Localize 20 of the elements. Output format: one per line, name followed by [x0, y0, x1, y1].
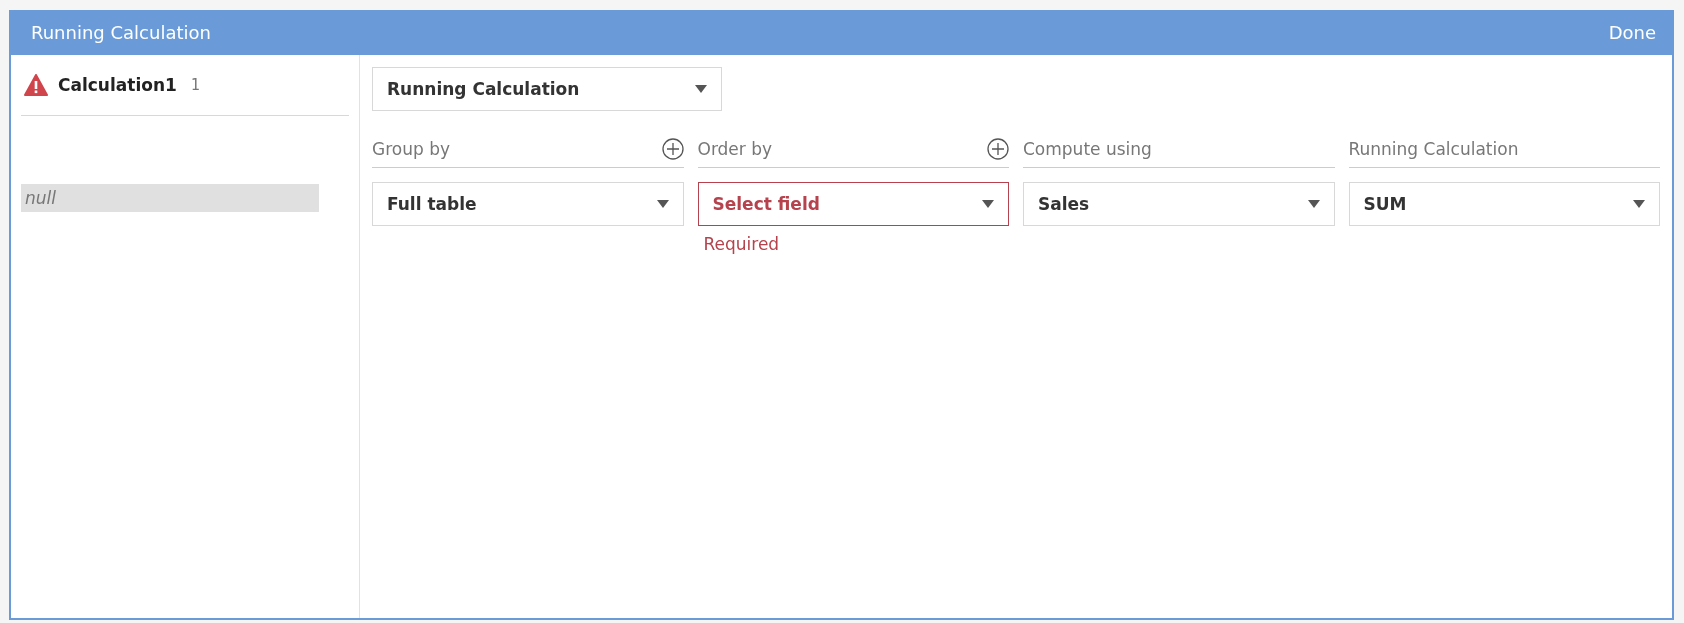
- field-dropdown[interactable]: Select field: [697, 182, 1009, 226]
- window-title: Running Calculation: [31, 22, 211, 43]
- caret-icon: [656, 200, 669, 208]
- caret-icon: [982, 200, 994, 208]
- field-label: Order by: [697, 139, 773, 159]
- caret-icon: [1633, 200, 1645, 208]
- caret-icon: [695, 85, 707, 93]
- field-label: Group by: [372, 139, 450, 159]
- error-message: Required: [703, 234, 781, 254]
- field-dropdown[interactable]: Sales: [1023, 182, 1335, 226]
- field-dropdown[interactable]: Full table: [372, 182, 684, 226]
- calculation-type-dropdown[interactable]: Running Calculation: [372, 67, 722, 111]
- field-label: Compute using: [1023, 139, 1152, 159]
- field-dropdown[interactable]: SUM: [1348, 182, 1660, 226]
- field-label: Running Calculation: [1348, 139, 1519, 159]
- calculation-name[interactable]: Calculation1: [58, 75, 177, 95]
- calculation-count: 1: [190, 76, 200, 94]
- add-icon[interactable]: [661, 138, 684, 160]
- caret-icon: [1307, 200, 1320, 208]
- add-icon[interactable]: [987, 138, 1009, 160]
